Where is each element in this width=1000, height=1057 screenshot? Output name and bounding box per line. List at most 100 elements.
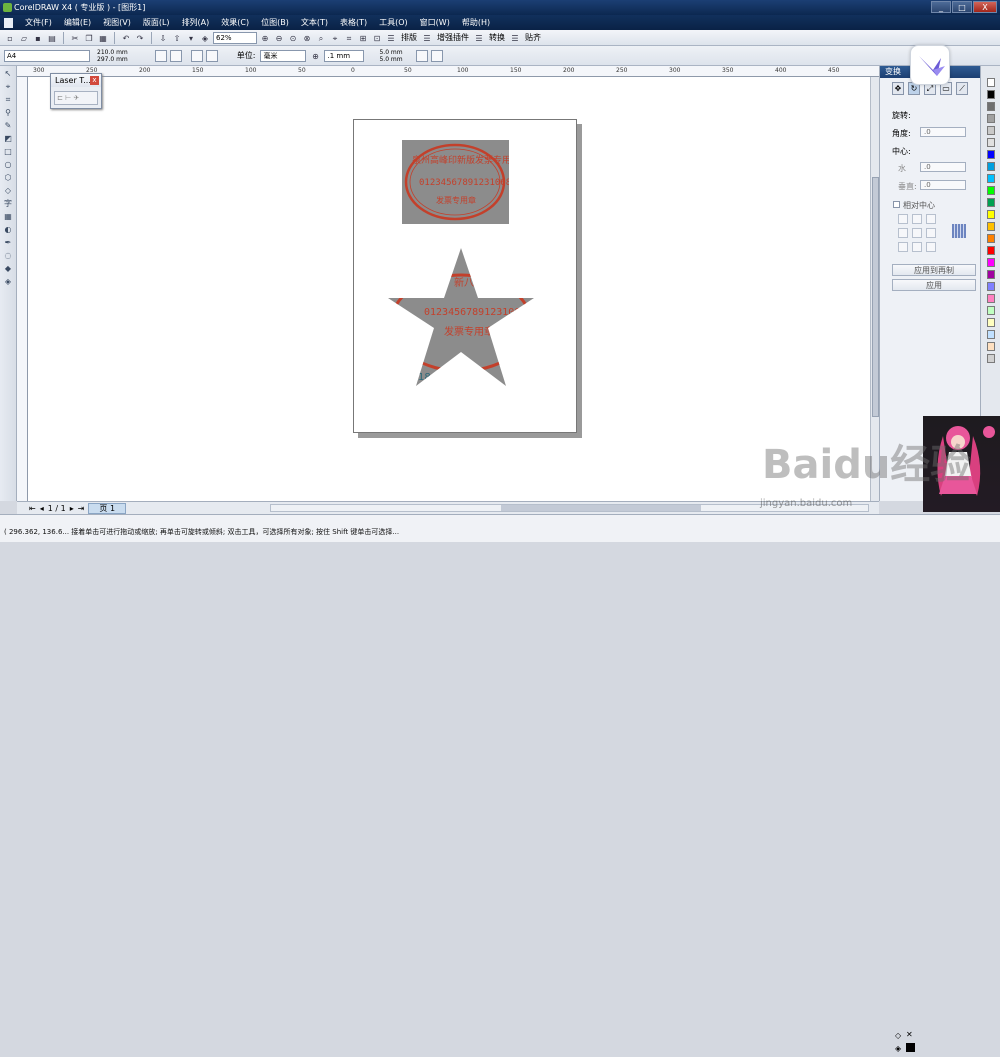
fill-tool-icon[interactable]: ◆ <box>2 263 14 274</box>
anchor-grid[interactable] <box>898 214 938 252</box>
palette-swatch[interactable] <box>987 246 995 255</box>
palette-swatch[interactable] <box>987 258 995 267</box>
cut-icon[interactable]: ✂ <box>69 32 81 44</box>
basic-shapes-icon[interactable]: ◇ <box>2 185 14 196</box>
menu-edit[interactable]: 编辑(E) <box>58 17 97 28</box>
position-icon[interactable]: ✥ <box>892 82 904 95</box>
prev-page-icon[interactable]: ◂ <box>40 504 44 513</box>
palette-swatch[interactable] <box>987 294 995 303</box>
palette-swatch[interactable] <box>987 102 995 111</box>
zoom-height-icon[interactable]: ⌗ <box>343 32 355 44</box>
export-icon[interactable]: ⇧ <box>171 32 183 44</box>
menu-effects[interactable]: 效果(C) <box>215 17 255 28</box>
new-icon[interactable]: ▫ <box>4 32 16 44</box>
palette-swatch[interactable] <box>987 126 995 135</box>
page-height[interactable]: 297.0 mm <box>97 56 128 63</box>
launcher-icon[interactable]: ▾ <box>185 32 197 44</box>
menu-text[interactable]: 文本(T) <box>295 17 334 28</box>
drawing-page[interactable]: 泉州高峰印新版发票专用章 012345678912310689 发票专用章 新八… <box>353 119 577 433</box>
palette-swatch[interactable] <box>987 90 995 99</box>
laser-close-icon[interactable]: x <box>90 76 99 85</box>
vertical-scroll-thumb[interactable] <box>872 177 879 417</box>
print-icon[interactable]: ▤ <box>46 32 58 44</box>
drawing-canvas[interactable]: 泉州高峰印新版发票专用章 012345678912310689 发票专用章 新八… <box>28 77 870 501</box>
menu-layout[interactable]: 版面(L) <box>137 17 176 28</box>
palette-swatch[interactable] <box>987 354 995 363</box>
interactive-tool-icon[interactable]: ◐ <box>2 224 14 235</box>
last-page-icon[interactable]: ⇥ <box>78 504 85 513</box>
close-button[interactable]: X <box>973 1 997 13</box>
open-icon[interactable]: ▱ <box>18 32 30 44</box>
duplicate-x[interactable]: 5.0 mm <box>379 49 402 56</box>
laser-tools-panel[interactable]: Laser T... x ⊏ ⊢ ✈ <box>50 73 102 109</box>
convert-icon[interactable]: ☰ <box>473 32 485 44</box>
palette-swatch[interactable] <box>987 150 995 159</box>
smart-fill-icon[interactable]: ◩ <box>2 133 14 144</box>
menu-bitmaps[interactable]: 位图(B) <box>255 17 295 28</box>
landscape-icon[interactable] <box>169 49 182 62</box>
page-size-select[interactable]: A4 <box>4 49 90 62</box>
rectangle-tool-icon[interactable]: □ <box>2 146 14 157</box>
zoom-tool-icon[interactable]: ⚲ <box>2 107 14 118</box>
page-width[interactable]: 210.0 mm <box>97 49 128 56</box>
palette-swatch[interactable] <box>987 114 995 123</box>
pick-tool-icon[interactable]: ↖ <box>2 68 14 79</box>
options-icon[interactable]: ⊡ <box>371 32 383 44</box>
apply-to-duplicate-button[interactable]: 应用到再制 <box>892 264 976 276</box>
laser-tools-icons[interactable]: ⊏ ⊢ ✈ <box>54 91 98 105</box>
paste-align-icon[interactable]: ☰ <box>509 32 521 44</box>
zoom-select[interactable]: 62% <box>213 31 257 44</box>
ellipse-tool-icon[interactable]: ○ <box>2 159 14 170</box>
zoom-in-icon[interactable]: ⊕ <box>259 32 271 44</box>
shape-tool-icon[interactable]: ⌖ <box>2 81 14 92</box>
eyedropper-icon[interactable]: ✒ <box>2 237 14 248</box>
first-page-icon[interactable]: ⇤ <box>29 504 36 513</box>
polygon-tool-icon[interactable]: ⬡ <box>2 172 14 183</box>
table-tool-icon[interactable]: ▦ <box>2 211 14 222</box>
duplicate-y[interactable]: 5.0 mm <box>379 56 402 63</box>
freehand-tool-icon[interactable]: ✎ <box>2 120 14 131</box>
palette-swatch[interactable] <box>987 306 995 315</box>
palette-swatch[interactable] <box>987 138 995 147</box>
palette-swatch[interactable] <box>987 198 995 207</box>
relative-center-checkbox[interactable] <box>893 201 900 208</box>
redo-icon[interactable]: ↷ <box>134 32 146 44</box>
zoom-selected-icon[interactable]: ⊙ <box>287 32 299 44</box>
next-page-icon[interactable]: ▸ <box>70 504 74 513</box>
units-icon[interactable] <box>415 49 428 62</box>
minimize-button[interactable]: _ <box>931 1 951 13</box>
plugin-button[interactable]: 增强插件 <box>435 32 471 43</box>
palette-swatch[interactable] <box>987 282 995 291</box>
horizontal-input[interactable]: .0 <box>920 162 966 172</box>
text-tool-icon[interactable]: 字 <box>2 198 14 209</box>
menu-help[interactable]: 帮助(H) <box>456 17 496 28</box>
paste-align-button[interactable]: 贴齐 <box>523 32 543 43</box>
menu-table[interactable]: 表格(T) <box>334 17 373 28</box>
welcome-icon[interactable]: ◈ <box>199 32 211 44</box>
palette-swatch[interactable] <box>987 78 995 87</box>
horizontal-scroll-thumb[interactable] <box>501 505 702 511</box>
palette-swatch[interactable] <box>987 186 995 195</box>
layout-icon[interactable]: ☰ <box>385 32 397 44</box>
zoom-width-icon[interactable]: ⌖ <box>329 32 341 44</box>
angle-input[interactable]: .0 <box>920 127 966 137</box>
page-tab[interactable]: 页 1 <box>88 502 127 514</box>
maximize-button[interactable]: □ <box>952 1 972 13</box>
menu-file[interactable]: 文件(F) <box>19 17 58 28</box>
zoom-all-icon[interactable]: ⊗ <box>301 32 313 44</box>
nudge-input[interactable]: .1 mm <box>324 49 365 62</box>
zoom-page-icon[interactable]: ⌕ <box>315 32 327 44</box>
current-page-icon[interactable] <box>205 49 218 62</box>
copy-icon[interactable]: ❐ <box>83 32 95 44</box>
palette-swatch[interactable] <box>987 210 995 219</box>
palette-swatch[interactable] <box>987 342 995 351</box>
palette-swatch[interactable] <box>987 318 995 327</box>
palette-swatch[interactable] <box>987 162 995 171</box>
interactive-fill-icon[interactable]: ◈ <box>2 276 14 287</box>
crop-tool-icon[interactable]: ⌗ <box>2 94 14 105</box>
star-stamp[interactable]: 新八 012345678912310689 发票专用章 18 <box>386 248 536 388</box>
convert-button[interactable]: 转换 <box>487 32 507 43</box>
apply-button[interactable]: 应用 <box>892 279 976 291</box>
save-icon[interactable]: ▪ <box>32 32 44 44</box>
palette-swatch[interactable] <box>987 270 995 279</box>
